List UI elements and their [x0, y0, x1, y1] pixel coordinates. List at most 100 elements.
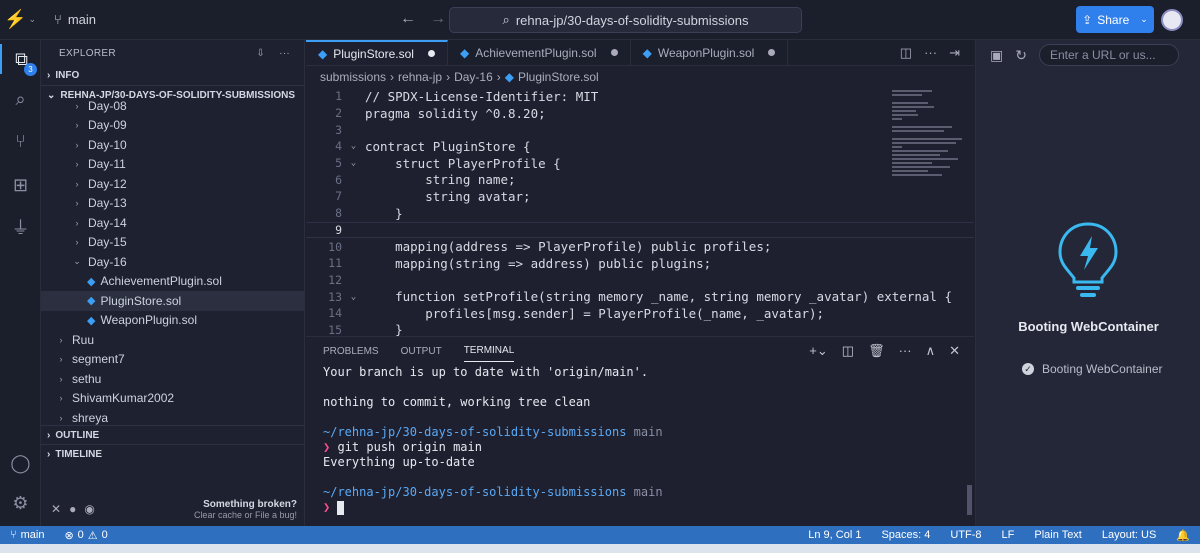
- code-line[interactable]: 10 mapping(address => PlayerProfile) pub…: [306, 238, 974, 255]
- github-icon[interactable]: ●: [69, 502, 76, 516]
- source-control-icon[interactable]: ⑂: [0, 126, 41, 156]
- code-line[interactable]: 1 // SPDX-License-Identifier: MIT: [306, 88, 974, 105]
- panel-tab[interactable]: PROBLEMS: [323, 346, 379, 357]
- unsaved-dot-icon[interactable]: [610, 49, 618, 56]
- explorer-files-icon[interactable]: ⧉ 3: [0, 44, 41, 76]
- command-search[interactable]: ⌕ rehna-jp/30-days-of-solidity-submissio…: [449, 7, 802, 33]
- tree-file[interactable]: ◆ PluginStore.sol: [41, 291, 304, 311]
- code-line[interactable]: 15 }: [306, 322, 974, 336]
- tree-file[interactable]: ◆ AchievementPlugin.sol: [41, 272, 304, 292]
- download-icon[interactable]: ⇩: [256, 48, 265, 59]
- tree-folder[interactable]: › Day-10: [41, 135, 304, 155]
- tree-folder[interactable]: › Day-14: [41, 213, 304, 233]
- editor-tab[interactable]: ◆ WeaponPlugin.sol: [631, 40, 789, 65]
- more-actions-icon[interactable]: ···: [899, 343, 912, 359]
- panel-tab[interactable]: TERMINAL: [463, 340, 515, 362]
- split-editor-icon[interactable]: ◫: [900, 45, 912, 61]
- code-line[interactable]: 14 profiles[msg.sender] = PlayerProfile(…: [306, 305, 974, 322]
- more-actions-icon[interactable]: ···: [924, 45, 937, 60]
- status-spaces[interactable]: Spaces: 4: [871, 529, 940, 542]
- bell-icon[interactable]: 🔔: [1166, 529, 1200, 542]
- code-line[interactable]: 6 string name;: [306, 171, 974, 188]
- editor-tab[interactable]: ◆ PluginStore.sol: [306, 40, 448, 65]
- code-line[interactable]: 5 ⌄ struct PlayerProfile {: [306, 155, 974, 172]
- solidity-file-icon: ◆: [318, 46, 328, 61]
- status-branch[interactable]: ⑂ main: [0, 529, 54, 541]
- terminal-cursor[interactable]: [337, 500, 345, 515]
- fold-chevron-icon[interactable]: ⌄: [342, 141, 365, 151]
- search-icon[interactable]: ⌕: [0, 84, 41, 114]
- trash-icon[interactable]: 🗑: [868, 343, 885, 359]
- avatar[interactable]: [1161, 9, 1183, 31]
- tree-file[interactable]: ◆ WeaponPlugin.sol: [41, 311, 304, 331]
- bug-report-link[interactable]: Something broken? Clear cache or File a …: [194, 499, 297, 520]
- code-line[interactable]: 4 ⌄ contract PluginStore {: [306, 138, 974, 155]
- tree-folder[interactable]: ⌄ Day-16: [41, 252, 304, 272]
- tree-folder[interactable]: › Day-12: [41, 174, 304, 194]
- share-button[interactable]: ⇪ Share ⌄: [1076, 6, 1154, 33]
- status-layout[interactable]: Layout: US: [1092, 529, 1166, 542]
- code-line[interactable]: 12: [306, 272, 974, 289]
- split-terminal-icon[interactable]: ◫: [842, 343, 854, 359]
- tree-folder[interactable]: › Day-11: [41, 155, 304, 175]
- terminal[interactable]: Your branch is up to date with 'origin/m…: [306, 365, 974, 515]
- unsaved-dot-icon[interactable]: [427, 50, 435, 57]
- tree-folder[interactable]: › segment7: [41, 350, 304, 370]
- unsaved-dot-icon[interactable]: [768, 49, 776, 56]
- tree-folder[interactable]: › shreya: [41, 408, 304, 425]
- breadcrumb-item[interactable]: submissions: [320, 70, 386, 84]
- fold-chevron-icon[interactable]: ⌄: [342, 158, 365, 168]
- minimap[interactable]: [888, 88, 964, 183]
- status-language[interactable]: Plain Text: [1024, 529, 1092, 542]
- terminal-scrollbar[interactable]: [967, 485, 972, 515]
- forward-arrow-icon[interactable]: →: [430, 10, 446, 28]
- tree-folder[interactable]: › Day-13: [41, 194, 304, 214]
- code-text: profiles[msg.sender] = PlayerProfile(_na…: [365, 305, 825, 321]
- more-actions-icon[interactable]: ···: [279, 48, 290, 59]
- close-icon[interactable]: ✕: [949, 343, 960, 359]
- code-editor[interactable]: 1 // SPDX-License-Identifier: MIT 2 pragma …: [306, 88, 974, 336]
- toggle-preview-icon[interactable]: ⇥: [949, 45, 960, 61]
- search-icon: ⌕: [502, 12, 510, 27]
- code-line[interactable]: 2 pragma solidity ^0.8.20;: [306, 105, 974, 122]
- tree-folder[interactable]: › Ruu: [41, 330, 304, 350]
- reload-icon[interactable]: ↻: [1015, 47, 1027, 64]
- code-line[interactable]: 9: [306, 221, 974, 239]
- tree-folder[interactable]: › Day-09: [41, 116, 304, 136]
- status-eol[interactable]: LF: [992, 529, 1025, 542]
- code-line[interactable]: 7 string avatar;: [306, 188, 974, 205]
- tree-folder[interactable]: › sethu: [41, 369, 304, 389]
- discord-icon[interactable]: ◉: [84, 502, 94, 516]
- editor-tab[interactable]: ◆ AchievementPlugin.sol: [448, 40, 631, 65]
- fold-chevron-icon[interactable]: ⌄: [342, 292, 365, 302]
- url-input[interactable]: Enter a URL or us...: [1038, 44, 1179, 66]
- code-line[interactable]: 3: [306, 121, 974, 138]
- bolt-logo-icon[interactable]: ⚡ ⌄: [0, 9, 40, 30]
- panel-tab[interactable]: OUTPUT: [401, 346, 442, 357]
- status-encoding[interactable]: UTF-8: [940, 529, 991, 542]
- breadcrumb-item[interactable]: PluginStore.sol: [518, 70, 599, 84]
- twitter-icon[interactable]: ✕: [51, 502, 61, 516]
- branch-selector[interactable]: ⑂ main: [54, 12, 96, 27]
- plug-icon[interactable]: ⏚: [0, 212, 41, 242]
- account-icon[interactable]: ◯: [0, 448, 41, 478]
- status-position[interactable]: Ln 9, Col 1: [798, 529, 871, 542]
- code-line[interactable]: 8 }: [306, 205, 974, 222]
- back-arrow-icon[interactable]: ←: [400, 10, 416, 28]
- settings-gear-icon[interactable]: ⚙: [0, 488, 41, 518]
- section-info[interactable]: › INFO: [41, 66, 304, 85]
- section-outline[interactable]: › OUTLINE: [41, 425, 304, 444]
- tree-folder[interactable]: › ShivamKumar2002: [41, 389, 304, 409]
- tree-folder[interactable]: › Day-15: [41, 233, 304, 253]
- tree-folder[interactable]: › Day-08: [41, 96, 304, 116]
- code-line[interactable]: 11 mapping(string => address) public plu…: [306, 255, 974, 272]
- code-line[interactable]: 13 ⌄ function setProfile(string memory _n…: [306, 288, 974, 305]
- breadcrumb-item[interactable]: Day-16: [454, 70, 493, 84]
- section-timeline[interactable]: › TIMELINE: [41, 444, 304, 463]
- preview-toggle-icon[interactable]: ▣: [990, 47, 1003, 64]
- breadcrumb-item[interactable]: rehna-jp: [398, 70, 442, 84]
- extensions-icon[interactable]: ⊞: [0, 170, 41, 200]
- maximize-panel-icon[interactable]: ∧: [926, 343, 936, 359]
- status-problems[interactable]: ⊗ 0 ⚠ 0: [54, 529, 117, 542]
- new-terminal-icon[interactable]: +⌄: [809, 343, 827, 359]
